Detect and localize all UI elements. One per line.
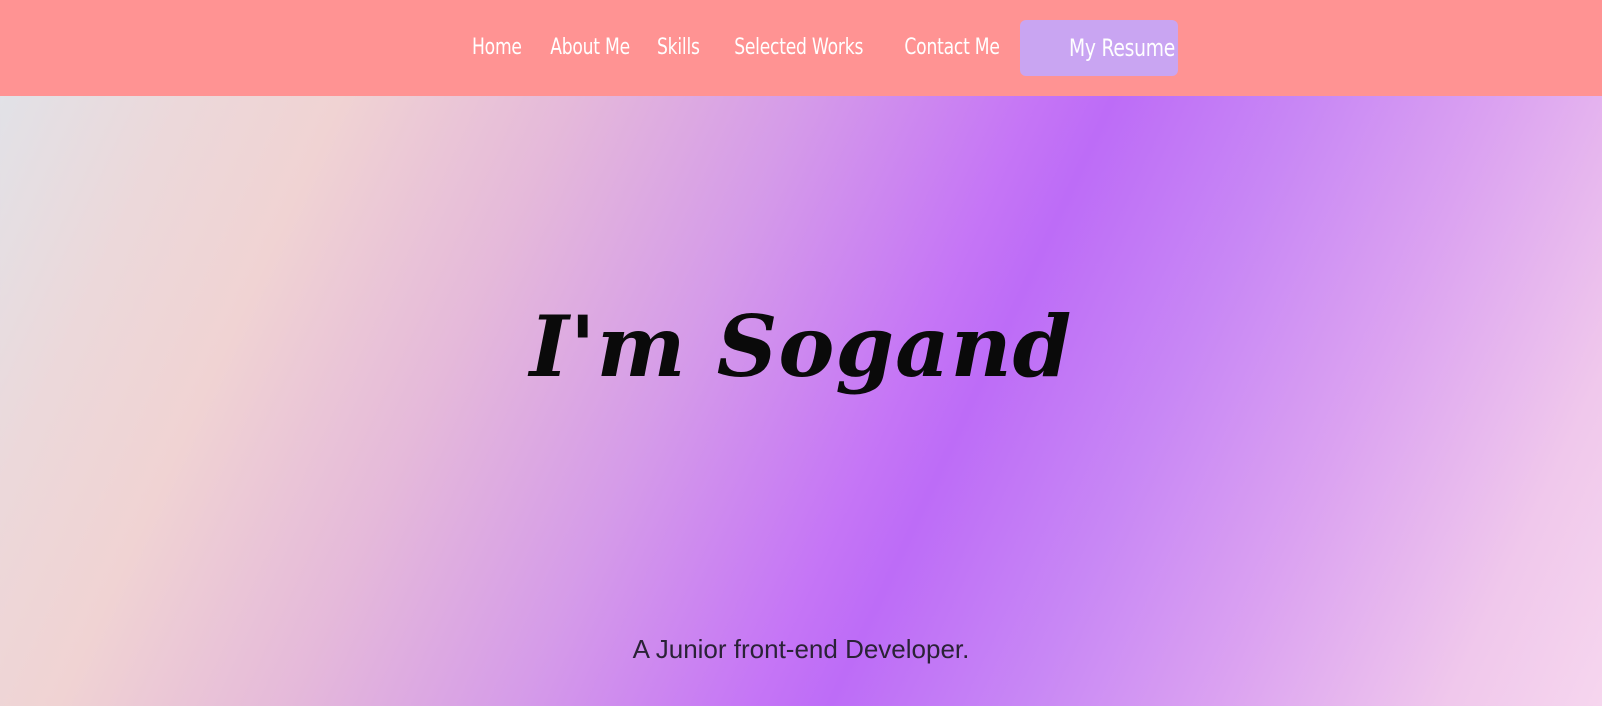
nav-link-contact-me[interactable]: Contact Me (890, 20, 1015, 76)
nav-link-skills[interactable]: Skills (642, 20, 714, 76)
hero-title: I'm Sogand (529, 297, 1073, 396)
my-resume-label: My Resume (1069, 34, 1176, 62)
my-resume-button[interactable]: My Resume (1020, 20, 1179, 76)
nav-link-home[interactable]: Home (457, 20, 536, 76)
top-navbar: Home About Me Skills Selected Works Cont… (0, 0, 1602, 96)
nav-menu: Home About Me Skills Selected Works Cont… (457, 20, 1179, 76)
nav-link-selected-works[interactable]: Selected Works (719, 20, 878, 76)
nav-link-about-me[interactable]: About Me (535, 20, 644, 76)
hero-subtitle: A Junior front-end Developer. (632, 634, 970, 664)
